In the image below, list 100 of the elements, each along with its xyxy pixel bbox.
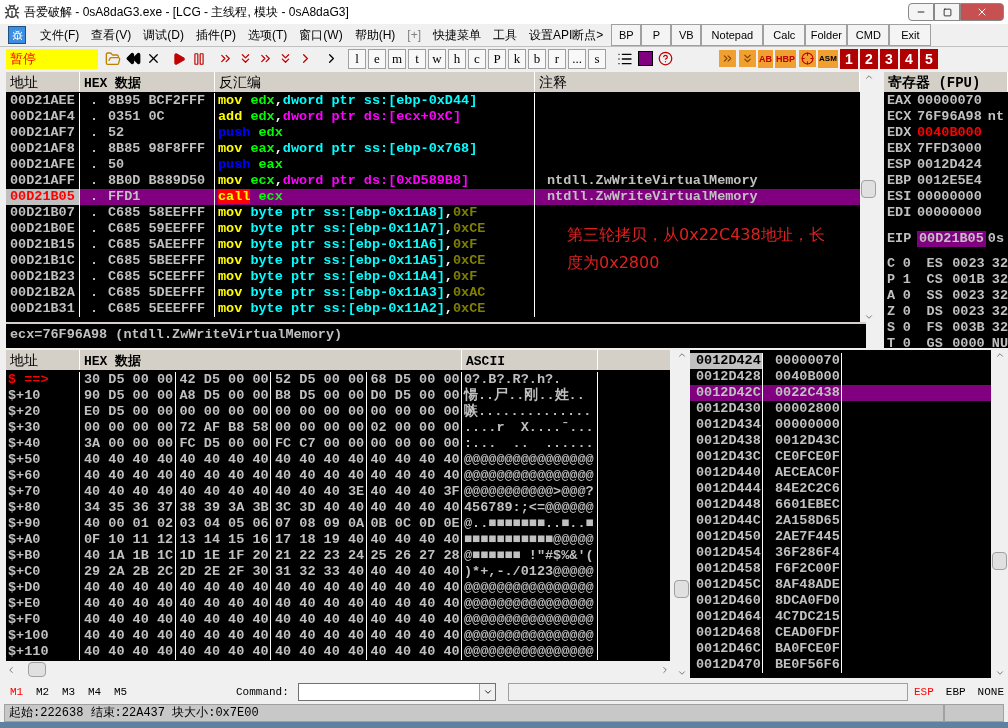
window-button[interactable]: ... xyxy=(568,48,586,69)
stack-row[interactable]: 0012D448 6601EBEC xyxy=(690,497,991,513)
number-button[interactable]: 1 xyxy=(839,48,858,69)
window-button[interactable]: s xyxy=(588,48,606,69)
number-button[interactable]: 3 xyxy=(879,48,898,69)
window-button[interactable]: P xyxy=(488,48,506,69)
register-value[interactable]: 7FFD3000 xyxy=(917,141,982,157)
window-button[interactable]: m xyxy=(388,48,406,69)
stack-row[interactable]: 0012D42C 0022C438 xyxy=(690,385,991,401)
menu-item[interactable]: 选项(T) xyxy=(242,26,294,44)
stack-row[interactable]: 0012D460 8DCA0FD0 xyxy=(690,593,991,609)
window-button[interactable]: k xyxy=(508,48,526,69)
quick-launch-button[interactable]: Notepad xyxy=(701,24,764,46)
menu-item[interactable]: [+] xyxy=(401,26,427,44)
register-value[interactable]: 00000070 xyxy=(917,93,982,109)
window-button[interactable]: t xyxy=(408,48,426,69)
stack-row[interactable]: 0012D464 4C7DC215 xyxy=(690,609,991,625)
window-button[interactable]: l xyxy=(348,48,366,69)
menu-item[interactable]: 快捷菜单 xyxy=(427,26,487,44)
number-button[interactable]: 4 xyxy=(899,48,918,69)
scroll-thumb[interactable] xyxy=(861,180,876,198)
menu-item[interactable]: 窗口(W) xyxy=(293,26,349,44)
plugin-button[interactable]: ASM xyxy=(818,49,838,68)
stack-row[interactable]: 0012D44C 2A158D65 xyxy=(690,513,991,529)
stack-row[interactable]: 0012D450 2AE7F445 xyxy=(690,529,991,545)
number-button[interactable]: 2 xyxy=(859,48,878,69)
flag-value[interactable]: 0 xyxy=(902,304,927,320)
stack-row[interactable]: 0012D470 BE0F56F6 xyxy=(690,657,991,673)
dropdown-icon[interactable] xyxy=(482,687,493,697)
segment-value[interactable]: 001B xyxy=(952,272,992,288)
scroll-up-icon[interactable] xyxy=(863,72,874,82)
dump-tab[interactable]: M4 xyxy=(88,683,114,701)
stack-row[interactable]: 0012D468 CEAD0FDF xyxy=(690,625,991,641)
arrows-icon[interactable] xyxy=(718,49,736,68)
maximize-icon[interactable] xyxy=(942,7,952,17)
app-icon[interactable] xyxy=(8,26,26,44)
stack-row[interactable]: 0012D458 F6F2C00F xyxy=(690,561,991,577)
window-button[interactable]: r xyxy=(548,48,566,69)
segment-value[interactable]: 003B xyxy=(952,320,992,336)
scroll-down-icon[interactable] xyxy=(863,312,874,322)
quick-launch-button[interactable]: VB xyxy=(671,24,702,46)
column-header[interactable]: 注释 xyxy=(539,74,567,90)
flag-value[interactable]: 0 xyxy=(902,288,927,304)
arrows-icon[interactable] xyxy=(738,49,756,68)
help-icon[interactable] xyxy=(656,49,674,68)
stack-row[interactable]: 0012D45C 8AF48ADE xyxy=(690,577,991,593)
flag-value[interactable]: 1 xyxy=(902,272,927,288)
flag-value[interactable]: 0 xyxy=(902,256,927,272)
close-button[interactable] xyxy=(960,3,1004,21)
segment-value[interactable]: 0023 xyxy=(952,288,992,304)
scroll-up-icon[interactable] xyxy=(676,350,687,360)
scrollbar[interactable] xyxy=(991,350,1008,678)
register-value[interactable]: 76F96A98 xyxy=(917,109,982,125)
quick-launch-button[interactable]: Calc xyxy=(763,24,806,46)
quick-launch-button[interactable]: CMD xyxy=(847,24,890,46)
segment-value[interactable]: 0000 xyxy=(952,336,992,348)
register-value[interactable]: 00D21B05 xyxy=(917,231,986,247)
register-value[interactable]: 00000000 xyxy=(917,189,982,205)
scroll-up-icon[interactable] xyxy=(994,350,1005,360)
quick-launch-button[interactable]: BP xyxy=(611,24,642,46)
stack-row[interactable]: 0012D46C BA0FCE0F xyxy=(690,641,991,657)
stack-mode-button[interactable]: EBP xyxy=(945,683,966,701)
menu-item[interactable]: 查看(V) xyxy=(85,26,138,44)
stack-mode-button[interactable]: ESP xyxy=(913,683,934,701)
menu-item[interactable]: 工具 xyxy=(487,26,523,44)
quick-launch-button[interactable]: Folder xyxy=(805,24,848,46)
column-header[interactable]: 反汇编 xyxy=(219,74,261,90)
window-button[interactable]: b xyxy=(528,48,546,69)
quick-launch-button[interactable]: Exit xyxy=(889,24,932,46)
target-icon[interactable] xyxy=(798,49,816,68)
minimize-button[interactable] xyxy=(908,3,934,21)
scroll-thumb[interactable] xyxy=(992,552,1007,570)
window-button[interactable]: c xyxy=(468,48,486,69)
scroll-thumb[interactable] xyxy=(28,662,46,677)
menu-item[interactable]: 文件(F) xyxy=(34,26,86,44)
number-button[interactable]: 5 xyxy=(919,48,938,69)
menu-item[interactable]: 调试(D) xyxy=(137,26,190,44)
segment-value[interactable]: 0023 xyxy=(952,304,992,320)
scroll-down-icon[interactable] xyxy=(994,668,1005,678)
stack-row[interactable]: 0012D430 00002800 xyxy=(690,401,991,417)
scrollbar[interactable] xyxy=(673,350,690,678)
menu-item[interactable]: 帮助(H) xyxy=(348,26,402,44)
register-value[interactable]: 0012E5E4 xyxy=(917,173,982,189)
flag-value[interactable]: 0 xyxy=(902,320,927,336)
dump-tab[interactable]: M1 xyxy=(10,683,36,701)
stack-row[interactable]: 0012D440 AECEAC0F xyxy=(690,465,991,481)
register-value[interactable]: 0012D424 xyxy=(917,157,982,173)
scroll-down-icon[interactable] xyxy=(676,668,687,678)
register-value[interactable]: 00000000 xyxy=(917,205,982,221)
column-header[interactable]: HEX 数据 xyxy=(84,352,142,368)
stack-row[interactable]: 0012D424 00000070 xyxy=(690,353,991,369)
flag-value[interactable]: 0 xyxy=(902,336,927,348)
menu-item[interactable]: 插件(P) xyxy=(190,26,242,44)
stack-row[interactable]: 0012D43C CE0FCE0F xyxy=(690,449,991,465)
scroll-thumb[interactable] xyxy=(674,580,689,598)
window-button[interactable]: w xyxy=(428,48,446,69)
stack-row[interactable]: 0012D438 0012D43C xyxy=(690,433,991,449)
stack-mode-button[interactable]: NONE xyxy=(977,683,1004,701)
scroll-right-icon[interactable] xyxy=(660,664,670,675)
stack-row[interactable]: 0012D444 84E2C2C6 xyxy=(690,481,991,497)
